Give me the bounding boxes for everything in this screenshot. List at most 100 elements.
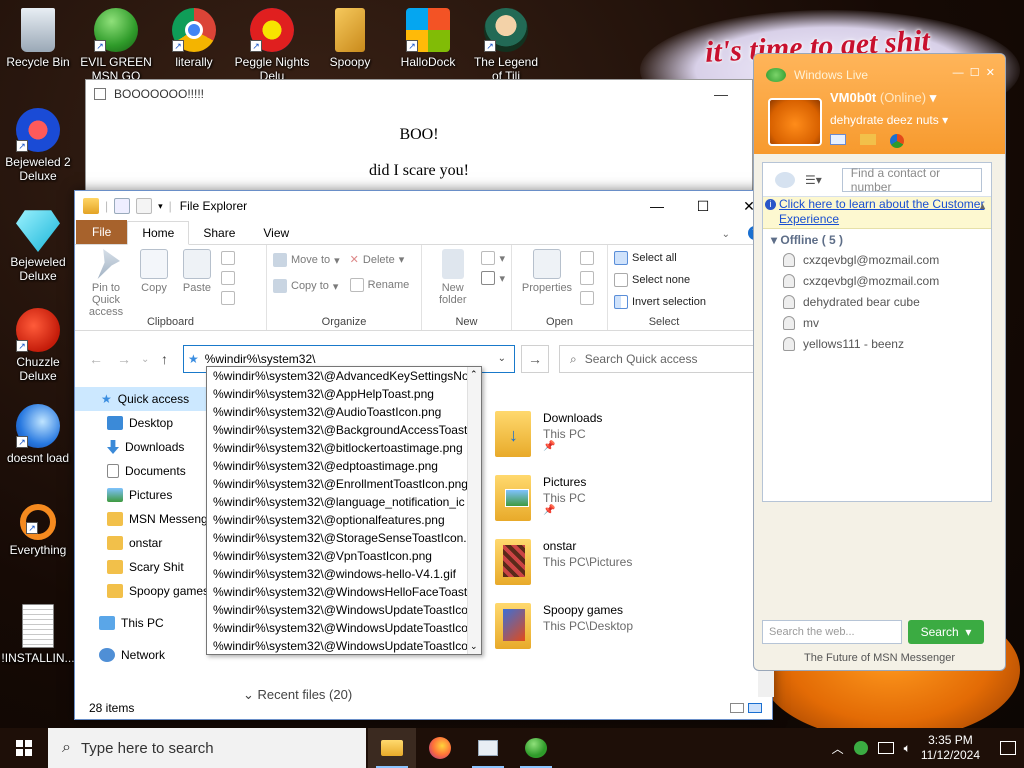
desktop-icon-doesnt-load[interactable]: ↗ doesnt load (0, 404, 76, 465)
taskbar-search[interactable]: ⌕ Type here to search (48, 728, 366, 768)
desktop-icon-evil-green-msn[interactable]: ↗ EVIL GREEN MSN GO (78, 8, 154, 83)
msn-messenger-window[interactable]: Windows Live — ☐ ✕ VM0b0t (Online) ▾ deh… (753, 53, 1006, 671)
select-all-button[interactable]: Select all (614, 251, 706, 265)
address-autocomplete-list[interactable]: %windir%\system32\@AdvancedKeySettingsNo… (206, 366, 482, 655)
nav-onstar[interactable]: onstar (75, 531, 215, 555)
edit-button[interactable] (580, 271, 594, 285)
tab-home[interactable]: Home (127, 221, 190, 245)
folder-icon[interactable] (860, 134, 876, 145)
autocomplete-item[interactable]: %windir%\system32\@language_notification… (207, 493, 469, 511)
msn-services-icon[interactable] (890, 134, 904, 148)
contact-item[interactable]: cxzqevbgl@mozmail.com (763, 249, 991, 270)
autocomplete-item[interactable]: %windir%\system32\@bitlockertoastimage.p… (207, 439, 469, 457)
customer-experience-link[interactable]: i Click here to learn about the Customer… (763, 197, 991, 229)
taskbar-app-window[interactable] (464, 728, 512, 768)
nav-downloads[interactable]: Downloads (75, 435, 215, 459)
recent-files-header[interactable]: ⌄ Recent files (20) (243, 687, 352, 703)
open-button[interactable] (580, 251, 594, 265)
invert-selection-button[interactable]: Invert selection (614, 295, 706, 309)
boo-titlebar[interactable]: BOOOOOOO!!!!! — (86, 80, 752, 108)
history-button[interactable] (580, 291, 594, 305)
minimize-icon[interactable]: — (953, 67, 964, 79)
autocomplete-item[interactable]: %windir%\system32\@EnrollmentToastIcon.p… (207, 475, 469, 493)
delete-button[interactable]: ✕ Delete ▾ (350, 253, 410, 267)
minimize-icon[interactable]: — (714, 86, 728, 102)
folder-item-spoopy-games[interactable]: Spoopy games This PC\Desktop (495, 603, 755, 667)
minimize-icon[interactable]: — (634, 191, 680, 221)
contact-group-offline[interactable]: ▾ Offline ( 5 ) (763, 229, 991, 249)
autocomplete-item[interactable]: %windir%\system32\@BackgroundAccessToast (207, 421, 469, 439)
folder-item-onstar[interactable]: onstar This PC\Pictures (495, 539, 755, 603)
new-folder-icon[interactable] (136, 198, 153, 214)
chevron-up-icon[interactable]: ▲ (978, 199, 987, 214)
nav-scary-shit[interactable]: Scary Shit (75, 555, 215, 579)
rename-button[interactable]: Rename (349, 278, 409, 292)
nav-spoopy-games[interactable]: Spoopy games (75, 579, 215, 603)
desktop-icon-bejeweled[interactable]: Bejeweled Deluxe (0, 208, 76, 283)
msn-display-name[interactable]: VM0b0t (Online) ▾ (830, 90, 936, 106)
copy-to-button[interactable]: Copy to ▾ (273, 279, 340, 293)
chevron-down-icon[interactable]: ▾ (158, 201, 163, 212)
explorer-titlebar[interactable]: | ▾ | File Explorer — ☐ ✕ (75, 191, 772, 221)
folder-item-downloads[interactable]: ↓ Downloads This PC 📌 (495, 411, 755, 475)
nav-network[interactable]: Network (75, 643, 215, 667)
chevron-up-icon[interactable]: ︿ (832, 740, 844, 757)
chevron-down-icon[interactable]: ⌄ (470, 641, 478, 652)
web-search-button[interactable]: Search ▾ (908, 620, 984, 644)
tiles-view-icon[interactable] (748, 703, 762, 713)
web-search-input[interactable]: Search the web... (762, 620, 902, 644)
easy-access-button[interactable]: ▾ (481, 271, 505, 285)
select-none-button[interactable]: Select none (614, 273, 706, 287)
details-view-icon[interactable] (730, 703, 744, 713)
maximize-icon[interactable]: ☐ (680, 191, 726, 221)
properties-icon[interactable] (114, 198, 131, 214)
up-arrow-icon[interactable]: ↑ (161, 351, 168, 367)
forward-arrow-icon[interactable]: → (117, 351, 131, 367)
desktop-icon-recycle-bin[interactable]: Recycle Bin (0, 8, 76, 69)
desktop-icon-everything[interactable]: ↗ Everything (0, 504, 76, 557)
autocomplete-item[interactable]: %windir%\system32\@VpnToastIcon.png (207, 547, 469, 565)
close-icon[interactable]: ✕ (986, 67, 995, 79)
search-quick-access[interactable]: ⌕ Search Quick access (559, 345, 761, 373)
start-button[interactable] (0, 728, 48, 768)
chevron-down-icon[interactable]: ⌄ (498, 353, 506, 364)
tab-view[interactable]: View (249, 222, 303, 244)
mail-icon[interactable] (830, 134, 846, 145)
network-icon[interactable] (877, 742, 894, 754)
autocomplete-item[interactable]: %windir%\system32\@WindowsUpdateToastIco (207, 619, 469, 637)
taskbar-firefox[interactable] (416, 728, 464, 768)
autocomplete-item[interactable]: %windir%\system32\@WindowsUpdateToastIco (207, 601, 469, 619)
contact-item[interactable]: yellows111 - beenz (763, 333, 991, 354)
desktop-icon-bejeweled-2[interactable]: ↗ Bejeweled 2 Deluxe (0, 108, 76, 183)
desktop-icon-legend-of-tili[interactable]: ↗ The Legend of Tili (468, 8, 544, 83)
new-item-button[interactable]: ▾ (481, 251, 505, 265)
autocomplete-item[interactable]: %windir%\system32\@StorageSenseToastIcon… (207, 529, 469, 547)
desktop-icon-spoopy[interactable]: Spoopy (312, 8, 388, 69)
chevron-down-icon[interactable]: ⌄ (708, 225, 744, 244)
copy-path-button[interactable] (221, 271, 235, 285)
nav-pictures[interactable]: Pictures (75, 483, 215, 507)
nav-msn-messenger[interactable]: MSN Messenger (75, 507, 215, 531)
nav-quick-access[interactable]: ★ Quick access (75, 387, 215, 411)
nav-desktop[interactable]: Desktop (75, 411, 215, 435)
msn-personal-message[interactable]: dehydrate deez nuts ▾ (830, 113, 948, 127)
recent-locations-icon[interactable]: ⌄ (141, 354, 149, 365)
move-to-button[interactable]: Move to ▾ (273, 253, 340, 267)
boo-window[interactable]: BOOOOOOO!!!!! — BOO! did I scare you! (85, 79, 753, 199)
maximize-icon[interactable]: ☐ (970, 67, 980, 79)
desktop-icon-hallodock[interactable]: ↗ HalloDock (390, 8, 466, 69)
notification-icon[interactable] (1000, 741, 1016, 755)
autocomplete-item[interactable]: %windir%\system32\@WindowsHelloFaceToast (207, 583, 469, 601)
tab-share[interactable]: Share (189, 222, 249, 244)
desktop-icon-installing[interactable]: !INSTALLIN... (0, 604, 76, 665)
avatar[interactable] (768, 98, 822, 146)
msn-tray-icon[interactable] (853, 741, 868, 755)
find-contact-input[interactable]: Find a contact or number (841, 166, 982, 194)
paste-shortcut-button[interactable] (221, 291, 235, 305)
taskbar-file-explorer[interactable] (368, 728, 416, 768)
tab-file[interactable]: File (76, 220, 128, 244)
nav-documents[interactable]: Documents (75, 459, 215, 483)
clock[interactable]: 3:35 PM 11/12/2024 (921, 733, 980, 763)
autocomplete-item[interactable]: %windir%\system32\@windows-hello-V4.1.gi… (207, 565, 469, 583)
go-arrow-button[interactable]: → (521, 345, 549, 373)
